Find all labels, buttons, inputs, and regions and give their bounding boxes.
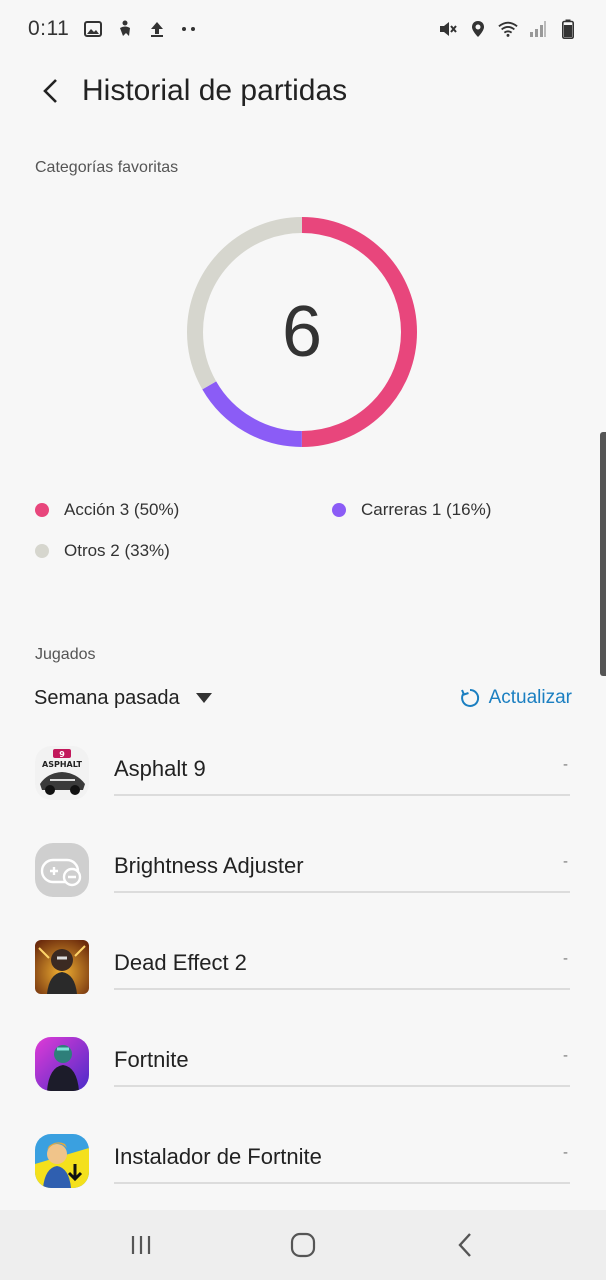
period-dropdown[interactable]: Semana pasada — [34, 687, 212, 710]
played-section-label: Jugados — [35, 646, 96, 663]
game-row-fortnite[interactable]: Fortnite - — [0, 1019, 606, 1116]
signal-icon — [528, 19, 548, 39]
divider — [114, 988, 570, 990]
game-value: - — [563, 756, 568, 773]
home-icon — [290, 1232, 316, 1258]
home-button[interactable] — [283, 1225, 323, 1265]
back-arrow-icon — [43, 79, 57, 103]
game-name: Dead Effect 2 — [114, 950, 247, 975]
divider — [114, 891, 570, 893]
app-bar: Historial de partidas — [0, 58, 606, 124]
game-name: Brightness Adjuster — [114, 853, 304, 878]
svg-text:ASPHALT: ASPHALT — [42, 760, 82, 769]
legend-item-accion: Acción 3 (50%) — [35, 500, 179, 520]
refresh-button[interactable]: Actualizar — [459, 687, 572, 709]
refresh-icon — [459, 687, 481, 709]
location-icon — [468, 19, 488, 39]
legend-dot-accion — [35, 503, 49, 517]
edge-panel-handle[interactable] — [600, 432, 606, 676]
legend-dot-carreras — [332, 503, 346, 517]
page-title: Historial de partidas — [82, 74, 348, 107]
game-row-brightness-adjuster[interactable]: Brightness Adjuster - — [0, 825, 606, 922]
more-dots-icon — [179, 19, 199, 39]
accessibility-icon — [115, 19, 135, 39]
system-back-button[interactable] — [445, 1225, 485, 1265]
legend-item-carreras: Carreras 1 (16%) — [332, 500, 491, 520]
divider — [114, 794, 570, 796]
game-value: - — [563, 950, 568, 967]
caret-down-icon — [195, 693, 212, 703]
refresh-label: Actualizar — [488, 687, 572, 708]
status-bar: 0:11 — [0, 0, 606, 58]
game-name: Fortnite — [114, 1047, 189, 1072]
mute-icon — [438, 19, 458, 39]
favorites-section-label: Categorías favoritas — [35, 159, 179, 176]
period-label: Semana pasada — [34, 686, 180, 709]
game-row-instalador-de-fortnite[interactable]: Instalador de Fortnite - — [0, 1116, 606, 1213]
legend-label-otros: Otros 2 (33%) — [64, 541, 170, 560]
legend-label-carreras: Carreras 1 (16%) — [361, 500, 492, 519]
legend-dot-otros — [35, 544, 49, 558]
asphalt-9-app-icon: 9 ASPHALT — [35, 746, 89, 800]
status-right-icons — [438, 19, 578, 39]
category-donut-chart: 6 — [184, 214, 420, 450]
donut-total: 6 — [281, 292, 323, 372]
dead-effect-2-app-icon — [35, 940, 89, 994]
legend-label-accion: Acción 3 (50%) — [64, 500, 180, 519]
wifi-icon — [498, 19, 518, 39]
game-row-dead-effect-2[interactable]: Dead Effect 2 - — [0, 922, 606, 1019]
battery-icon — [558, 19, 578, 39]
fortnite-app-icon — [35, 1037, 89, 1091]
game-row-asphalt-9[interactable]: 9 ASPHALT Asphalt 9 - — [0, 728, 606, 825]
gamepad-icon — [35, 843, 89, 897]
status-left-icons — [83, 19, 199, 39]
back-button[interactable] — [30, 71, 70, 111]
back-chevron-icon — [458, 1233, 471, 1257]
svg-text:9: 9 — [59, 750, 65, 759]
fortnite-installer-app-icon — [35, 1134, 89, 1188]
upload-icon — [147, 19, 167, 39]
game-value: - — [563, 853, 568, 870]
game-name: Instalador de Fortnite — [114, 1144, 322, 1169]
filter-row: Semana pasada Actualizar — [34, 676, 572, 720]
game-value: - — [563, 1144, 568, 1161]
system-nav-bar — [0, 1210, 606, 1280]
game-name: Asphalt 9 — [114, 756, 206, 781]
game-list: 9 ASPHALT Asphalt 9 - Brightness Adjuste… — [0, 728, 606, 1213]
image-icon — [83, 19, 103, 39]
status-time: 0:11 — [28, 17, 70, 40]
recent-apps-button[interactable] — [121, 1225, 161, 1265]
divider — [114, 1085, 570, 1087]
recent-apps-icon — [131, 1236, 151, 1254]
game-value: - — [563, 1047, 568, 1064]
legend-item-otros: Otros 2 (33%) — [35, 541, 170, 561]
divider — [114, 1182, 570, 1184]
